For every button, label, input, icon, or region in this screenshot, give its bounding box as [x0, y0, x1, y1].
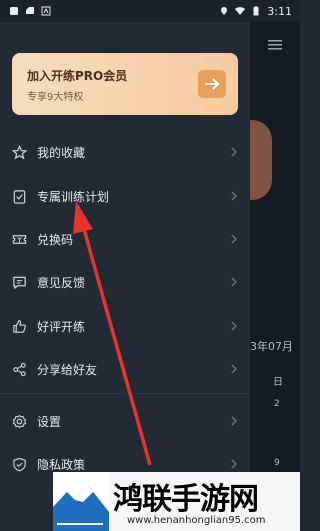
pro-card-title: 加入开练PRO会员 [27, 69, 128, 83]
watermark-logo-icon [53, 472, 109, 531]
background-month: 3年07月 [250, 340, 293, 353]
menu-item-settings[interactable]: 设置 [0, 401, 250, 441]
clock: 3:11 [267, 4, 292, 18]
cloud-icon [26, 7, 34, 14]
ticket-icon [12, 234, 27, 244]
gear-icon [12, 414, 27, 428]
menu-item-label: 意见反馈 [37, 275, 86, 290]
menu-item-share[interactable]: 分享给好友 [0, 349, 250, 389]
wifi-icon [235, 7, 246, 15]
menu-item-label: 隐私政策 [37, 457, 86, 472]
menu-item-label: 好评开练 [37, 319, 86, 334]
app-icon [41, 6, 51, 16]
background-image [250, 120, 272, 200]
chevron-right-icon [231, 321, 237, 331]
chevron-right-icon [231, 364, 237, 374]
status-bar: 3:11 [0, 0, 300, 22]
chevron-right-icon [231, 191, 237, 201]
shield-check-icon [13, 457, 26, 471]
pro-card-arrow-button[interactable] [198, 70, 226, 98]
location-icon [221, 7, 228, 15]
clipboard-check-icon [13, 189, 26, 204]
chevron-right-icon [231, 234, 237, 244]
pro-membership-card[interactable]: 加入开练PRO会员 专享9大特权 [12, 53, 238, 115]
watermark: 鸿联手游网 www.henanhonglian95.com [53, 472, 300, 531]
menu-item-label: 兑换码 [37, 232, 74, 247]
chevron-right-icon [231, 459, 237, 469]
share-icon [13, 362, 26, 376]
background-date: 9 [274, 458, 280, 468]
pro-card-subtitle: 专享9大特权 [27, 92, 84, 103]
thumbs-up-icon [13, 319, 26, 333]
menu-item-label: 设置 [37, 414, 62, 429]
list-icon[interactable] [268, 40, 282, 50]
chat-icon [13, 276, 26, 289]
menu-item-label: 分享给好友 [37, 362, 98, 377]
background-page[interactable] [250, 22, 300, 531]
chevron-right-icon [231, 416, 237, 426]
battery-icon [253, 6, 259, 16]
menu-divider [0, 393, 250, 394]
menu-item-redeem-code[interactable]: 兑换码 [0, 219, 250, 259]
menu-item-feedback[interactable]: 意见反馈 [0, 262, 250, 302]
chevron-right-icon [231, 277, 237, 287]
watermark-url: www.henanhonglian95.com [127, 515, 266, 526]
notification-icon [10, 7, 18, 15]
menu-item-favorites[interactable]: 我的收藏 [0, 132, 250, 172]
star-icon [12, 144, 27, 159]
menu-item-label: 专属训练计划 [37, 189, 110, 204]
background-day-header: 日 [273, 377, 283, 388]
menu-item-label: 我的收藏 [37, 145, 86, 160]
menu-item-training-plan[interactable]: 专属训练计划 [0, 176, 250, 216]
chevron-right-icon [231, 147, 237, 157]
background-date: 2 [274, 399, 280, 409]
arrow-right-icon [205, 78, 220, 90]
menu-item-rate-app[interactable]: 好评开练 [0, 306, 250, 346]
watermark-title: 鸿联手游网 [113, 482, 259, 517]
